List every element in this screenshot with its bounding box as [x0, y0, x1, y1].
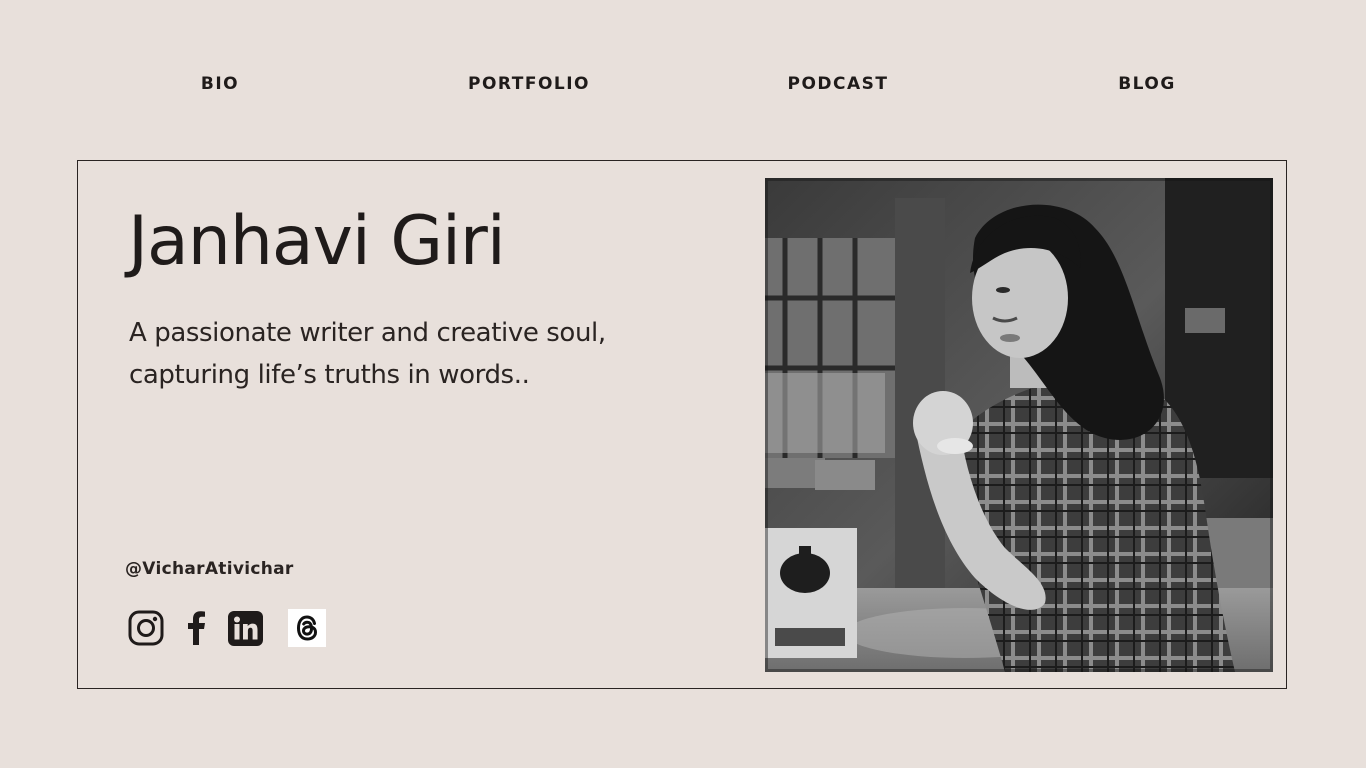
threads-icon: [288, 609, 326, 647]
threads-link[interactable]: [288, 608, 326, 648]
author-portrait-photo: [765, 178, 1273, 672]
portrait-illustration: [765, 178, 1273, 672]
nav-blog-link[interactable]: BLOG: [1118, 74, 1176, 94]
facebook-icon: [188, 611, 205, 645]
nav-bio-link[interactable]: BIO: [201, 74, 239, 94]
linkedin-icon: [227, 610, 263, 646]
bio-page: BIO PORTFOLIO PODCAST BLOG Janhavi Giri …: [0, 0, 1366, 768]
instagram-link[interactable]: [127, 608, 165, 648]
social-handle: @VicharAtivichar: [125, 559, 294, 579]
facebook-link[interactable]: [184, 608, 208, 648]
author-tagline: A passionate writer and creative soul, c…: [129, 312, 689, 396]
linkedin-link[interactable]: [227, 608, 263, 648]
tagline-line-2: capturing life’s truths in words..: [129, 360, 530, 390]
nav-portfolio-link[interactable]: PORTFOLIO: [468, 74, 590, 94]
tagline-line-1: A passionate writer and creative soul,: [129, 318, 606, 348]
nav-podcast-link[interactable]: PODCAST: [788, 74, 889, 94]
author-name-heading: Janhavi Giri: [128, 202, 506, 281]
instagram-icon: [128, 610, 164, 646]
